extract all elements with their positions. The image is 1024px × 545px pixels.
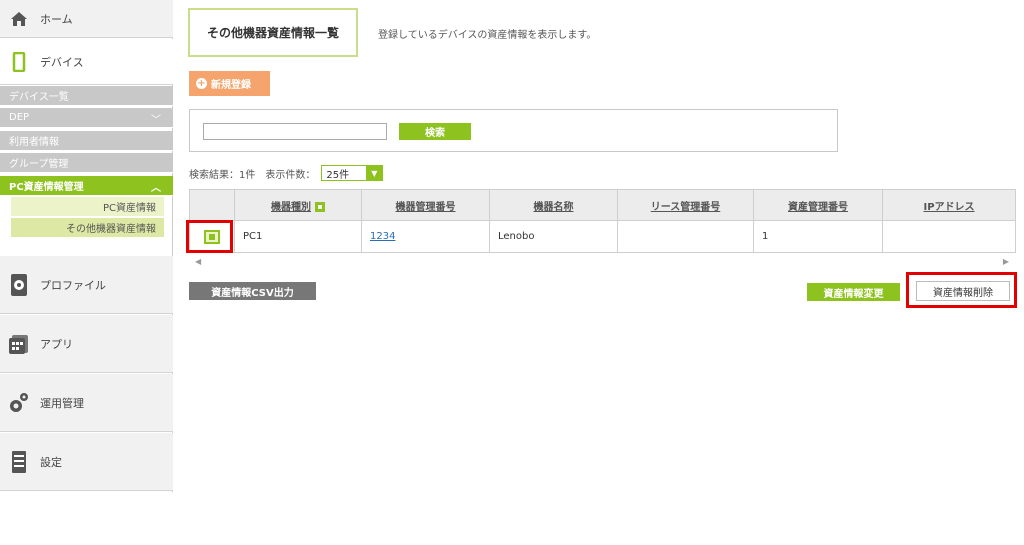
csv-export-button[interactable]: 資産情報CSV出力 bbox=[189, 282, 316, 300]
sidebar-item-label: PC資産情報管理 bbox=[9, 182, 84, 193]
nav-settings[interactable]: 設定 bbox=[0, 433, 173, 491]
highlight-checkbox-box bbox=[186, 220, 233, 253]
sort-icon[interactable] bbox=[315, 201, 325, 212]
sidebar-item-other-asset-info[interactable]: その他機器資産情報 bbox=[11, 218, 164, 238]
search-input[interactable] bbox=[203, 123, 387, 140]
per-page-select[interactable]: 25件 ▼ bbox=[321, 165, 384, 181]
sidebar-item-dep[interactable]: DEP ﹀ bbox=[0, 108, 173, 128]
chevron-down-icon: ﹀ bbox=[151, 115, 161, 126]
app-icon bbox=[6, 333, 32, 355]
cell-name: Lenobo bbox=[489, 220, 618, 253]
result-label: 検索結果：1件 表示件数： bbox=[189, 169, 316, 181]
cell-device-no: 1234 bbox=[361, 220, 490, 253]
sidebar-item-pc-asset[interactable]: PC資産情報管理 ︿ bbox=[0, 176, 173, 196]
nav-device-label: デバイス bbox=[40, 55, 84, 69]
column-header-device-no[interactable]: 機器管理番号 bbox=[361, 189, 490, 221]
chevron-up-icon: ︿ bbox=[151, 183, 161, 194]
page-description: 登録しているデバイスの資産情報を表示します。 bbox=[378, 30, 597, 41]
nav-settings-label: 設定 bbox=[40, 455, 62, 469]
table-row: PC1 1234 Lenobo 1 bbox=[189, 220, 1016, 253]
asset-change-button[interactable]: 資産情報変更 bbox=[807, 283, 900, 301]
smartphone-icon bbox=[6, 51, 32, 72]
nav-operations-label: 運用管理 bbox=[40, 396, 84, 410]
cell-lease-no bbox=[617, 220, 754, 253]
column-header-type[interactable]: 機器種別 bbox=[234, 189, 362, 221]
sidebar-item-label: その他機器資産情報 bbox=[66, 224, 156, 235]
page-title-text: その他機器資産情報一覧 bbox=[206, 26, 339, 40]
column-header-asset-no[interactable]: 資産管理番号 bbox=[753, 189, 883, 221]
table-header-row: 機器種別 機器管理番号 機器名称 リース管理番号 資産管理番号 IPアドレス bbox=[189, 189, 1016, 221]
column-header-label: 機器種別 bbox=[271, 201, 311, 213]
nav-home-label: ホーム bbox=[40, 12, 73, 26]
new-register-button[interactable]: + 新規登録 bbox=[189, 71, 270, 96]
horizontal-scrollbar[interactable]: ◀ ▶ bbox=[189, 255, 1015, 267]
plus-icon: + bbox=[196, 78, 207, 89]
profile-gear-icon bbox=[6, 273, 32, 297]
nav-profile[interactable]: プロファイル bbox=[0, 256, 173, 314]
result-line: 検索結果：1件 表示件数： 25件 ▼ bbox=[189, 165, 384, 181]
sidebar: ホーム デバイス デバイス一覧 DEP ﹀ 利用者情報 グループ管理 PC資産情報… bbox=[0, 0, 173, 545]
highlight-delete-box bbox=[906, 272, 1017, 308]
nav-home[interactable]: ホーム bbox=[0, 0, 173, 38]
per-page-value: 25件 bbox=[326, 169, 350, 181]
nav-app[interactable]: アプリ bbox=[0, 315, 173, 373]
column-header-ip[interactable]: IPアドレス bbox=[882, 189, 1016, 221]
chevron-down-icon: ▼ bbox=[366, 166, 383, 180]
page-title: その他機器資産情報一覧 bbox=[188, 8, 358, 57]
scroll-right-icon[interactable]: ▶ bbox=[1003, 257, 1009, 266]
sidebar-item-group[interactable]: グループ管理 bbox=[0, 153, 173, 173]
asset-table: 機器種別 機器管理番号 機器名称 リース管理番号 資産管理番号 IPアドレス P… bbox=[189, 189, 1016, 253]
cell-ip bbox=[882, 220, 1016, 253]
scroll-left-icon[interactable]: ◀ bbox=[195, 257, 201, 266]
search-panel: 検索 bbox=[189, 109, 838, 152]
cell-type: PC1 bbox=[234, 220, 362, 253]
sidebar-item-pc-asset-info[interactable]: PC資産情報 bbox=[11, 197, 164, 217]
search-button[interactable]: 検索 bbox=[399, 123, 471, 140]
sidebar-item-user-info[interactable]: 利用者情報 bbox=[0, 131, 173, 151]
device-no-link[interactable]: 1234 bbox=[370, 231, 395, 242]
nav-profile-label: プロファイル bbox=[40, 278, 106, 292]
nav-app-label: アプリ bbox=[40, 337, 73, 351]
sidebar-item-device-list[interactable]: デバイス一覧 bbox=[0, 86, 173, 106]
sidebar-item-label: グループ管理 bbox=[9, 159, 69, 170]
home-icon bbox=[6, 11, 32, 27]
gears-icon bbox=[6, 391, 32, 415]
settings-list-icon bbox=[6, 450, 32, 474]
sidebar-item-label: DEP bbox=[9, 112, 30, 123]
sidebar-item-label: デバイス一覧 bbox=[9, 92, 69, 103]
sidebar-item-label: 利用者情報 bbox=[9, 137, 59, 148]
sidebar-item-label: PC資産情報 bbox=[102, 203, 156, 214]
sidebar-empty bbox=[0, 492, 173, 545]
column-header-lease-no[interactable]: リース管理番号 bbox=[617, 189, 754, 221]
cell-asset-no: 1 bbox=[753, 220, 883, 253]
nav-device[interactable]: デバイス bbox=[0, 39, 173, 85]
nav-operations[interactable]: 運用管理 bbox=[0, 374, 173, 432]
select-column-header bbox=[189, 189, 235, 221]
new-register-label: 新規登録 bbox=[211, 80, 251, 91]
column-header-name[interactable]: 機器名称 bbox=[489, 189, 618, 221]
